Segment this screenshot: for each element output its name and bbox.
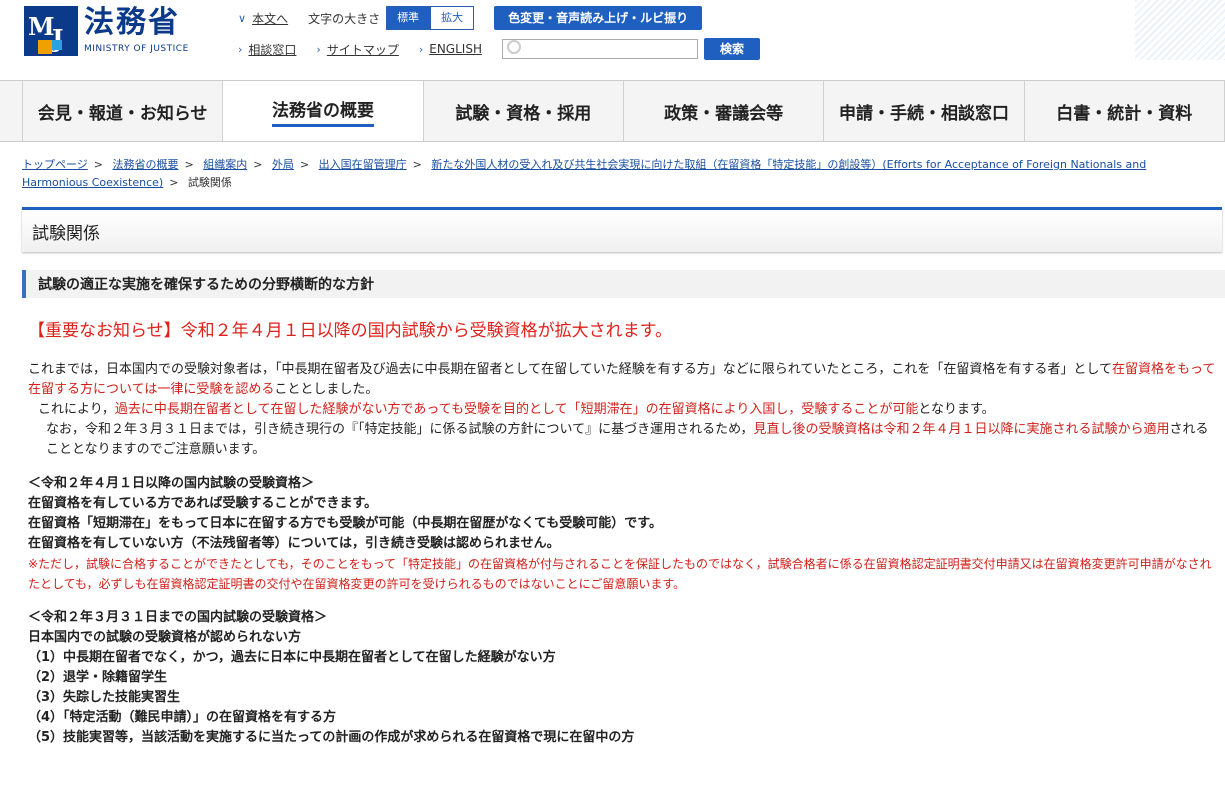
list-item: （4）「特定活動（難民申請）」の在留資格を有する方 xyxy=(28,710,337,725)
gnav-label: 試験・資格・採用 xyxy=(455,103,592,124)
logo-kanji: 法務省 xyxy=(84,5,180,40)
breadcrumb-link[interactable]: トップページ xyxy=(22,158,88,171)
highlight-text: 過去に中長期在留者として在留した経験がない方であっても受験を目的として「短期滞在… xyxy=(114,402,919,417)
sitemap-link[interactable]: サイトマップ xyxy=(327,41,399,58)
search-input[interactable] xyxy=(501,39,698,59)
gnav-item-about[interactable]: 法務省の概要 xyxy=(223,81,424,141)
gnav-item-whitepapers[interactable]: 白書・統計・資料 xyxy=(1025,81,1225,141)
text: こととしました。 xyxy=(274,382,379,397)
page-title: 試験関係 xyxy=(22,207,1222,252)
breadcrumb-link[interactable]: 組織案内 xyxy=(203,158,247,171)
font-size-label: 文字の大きさ xyxy=(308,11,381,26)
site-logo[interactable]: M J 法務省 MINISTRY OF JUSTICE xyxy=(24,6,189,56)
gnav-label: 申請・手続・相談窓口 xyxy=(838,103,1009,124)
list-item: （5）技能実習等，当該活動を実施するに当たっての計画の作成が求められる在留資格で… xyxy=(28,730,635,745)
gnav-item-policy[interactable]: 政策・審議会等 xyxy=(624,81,825,141)
breadcrumb-link[interactable]: 出入国在留管理庁 xyxy=(319,158,407,171)
site-header: M J 法務省 MINISTRY OF JUSTICE ∨ 本文へ 文字の大きさ… xyxy=(0,0,1225,80)
font-size-standard-button[interactable]: 標準 xyxy=(386,6,431,30)
header-decoration xyxy=(1135,0,1225,60)
section-heading-text: 試験の適正な実施を確保するための分野横断的な方針 xyxy=(38,277,374,293)
list-heading: ＜令和２年４月１日以降の国内試験の受験資格＞ xyxy=(28,476,315,491)
list-item: 在留資格「短期滞在」をもって日本に在留する方でも受験が可能（中長期在留歴がなくて… xyxy=(28,516,663,531)
section-heading: 試験の適正な実施を確保するための分野横断的な方針 xyxy=(22,270,1225,298)
list-item: 日本国内での試験の受験資格が認められない方 xyxy=(28,630,302,645)
chevron-right-icon: › xyxy=(418,42,424,56)
breadcrumb-current: 試験関係 xyxy=(187,176,232,189)
chevron-right-icon: > xyxy=(299,158,310,171)
list-item: 在留資格を有している方であれば受験することができます。 xyxy=(28,496,378,511)
logo-english: MINISTRY OF JUSTICE xyxy=(84,44,189,54)
gnav-item-applications[interactable]: 申請・手続・相談窓口 xyxy=(824,81,1025,141)
font-size-large-button[interactable]: 拡大 xyxy=(430,6,475,30)
gnav-item-news[interactable]: 会見・報道・お知らせ xyxy=(22,81,224,141)
utility-row-1: ∨ 本文へ 文字の大きさ 標準 拡大 色変更・音声読み上げ・ルビ振り xyxy=(238,6,703,30)
english-link[interactable]: ENGLISH xyxy=(429,42,482,56)
paragraph: なお，令和２年３月３１日までは，引き続き現行の『「特定技能」に係る試験の方針につ… xyxy=(28,420,1216,460)
search-button[interactable]: 検索 xyxy=(703,38,760,60)
consult-link[interactable]: 相談窓口 xyxy=(248,41,296,58)
list-item: （3）失踪した技能実習生 xyxy=(28,690,181,705)
text: これまでは，日本国内での受験対象者は，「中長期在留者及び過去に中長期在留者として… xyxy=(28,362,1112,377)
breadcrumb-link[interactable]: 外局 xyxy=(272,158,294,171)
breadcrumb: トップページ > 法務省の概要 > 組織案内 > 外局 > 出入国在留管理庁 > 新たな外… xyxy=(22,156,1212,192)
gnav-label: 白書・統計・資料 xyxy=(1056,103,1193,124)
chevron-right-icon: > xyxy=(184,158,194,171)
highlight-text: 見直し後の受験資格は令和２年４月１日以降に実施される試験から適用 xyxy=(753,422,1170,437)
paragraph: これにより，過去に中長期在留者として在留した経験がない方であっても受験を目的とし… xyxy=(28,400,1216,420)
chevron-right-icon: > xyxy=(412,158,422,171)
chevron-right-icon: > xyxy=(93,158,103,171)
text: なお，令和２年３月３１日までは，引き続き現行の『「特定技能」に係る試験の方針につ… xyxy=(46,422,754,437)
text: これにより， xyxy=(38,402,115,417)
list-item: 在留資格を有していない方（不法残留者等）については，引き続き受験は認められません… xyxy=(28,536,560,551)
logo-orange-square xyxy=(38,40,52,54)
global-nav: 会見・報道・お知らせ 法務省の概要 試験・資格・採用 政策・審議会等 申請・手続… xyxy=(0,80,1225,142)
list-heading: ＜令和２年３月３１日までの国内試験の受験資格＞ xyxy=(28,610,328,625)
chevron-right-icon: › xyxy=(238,42,243,56)
gnav-label: 会見・報道・お知らせ xyxy=(37,103,208,124)
paragraph: これまでは，日本国内での受験対象者は，「中長期在留者及び過去に中長期在留者として… xyxy=(28,360,1216,400)
moj-logo-mark: M J xyxy=(24,6,78,56)
utility-row-2: › 相談窓口 › サイトマップ › ENGLISH 検索 xyxy=(238,38,760,60)
chevron-right-icon: › xyxy=(316,42,321,56)
chevron-down-icon: ∨ xyxy=(238,11,247,25)
gnav-label: 法務省の概要 xyxy=(271,96,374,127)
accessibility-button[interactable]: 色変更・音声読み上げ・ルビ振り xyxy=(494,6,703,30)
logo-blue-square xyxy=(52,40,62,50)
page-title-text: 試験関係 xyxy=(32,223,100,244)
main-content: これまでは，日本国内での受験対象者は，「中長期在留者及び過去に中長期在留者として… xyxy=(28,360,1216,748)
gnav-item-exams[interactable]: 試験・資格・採用 xyxy=(424,81,624,141)
text: となります。 xyxy=(918,402,995,417)
chevron-right-icon: > xyxy=(253,158,263,171)
skip-to-content-link[interactable]: 本文へ xyxy=(252,10,288,27)
caution-note: ※ただし，試験に合格することができたとしても，そのことをもって「特定技能」の在留… xyxy=(28,557,1212,591)
gnav-label: 政策・審議会等 xyxy=(664,103,784,124)
list-item: （2）退学・除籍留学生 xyxy=(28,670,168,685)
list-item: （1）中長期在留者でなく，かつ，過去に日本に中長期在留者として在留した経験がない… xyxy=(28,650,556,665)
search-icon xyxy=(506,40,521,54)
chevron-right-icon: > xyxy=(169,176,179,189)
important-notice: 【重要なお知らせ】令和２年４月１日以降の国内試験から受験資格が拡大されます。 xyxy=(28,321,672,341)
breadcrumb-link[interactable]: 法務省の概要 xyxy=(113,158,179,171)
logo-letter-m: M xyxy=(28,12,55,41)
